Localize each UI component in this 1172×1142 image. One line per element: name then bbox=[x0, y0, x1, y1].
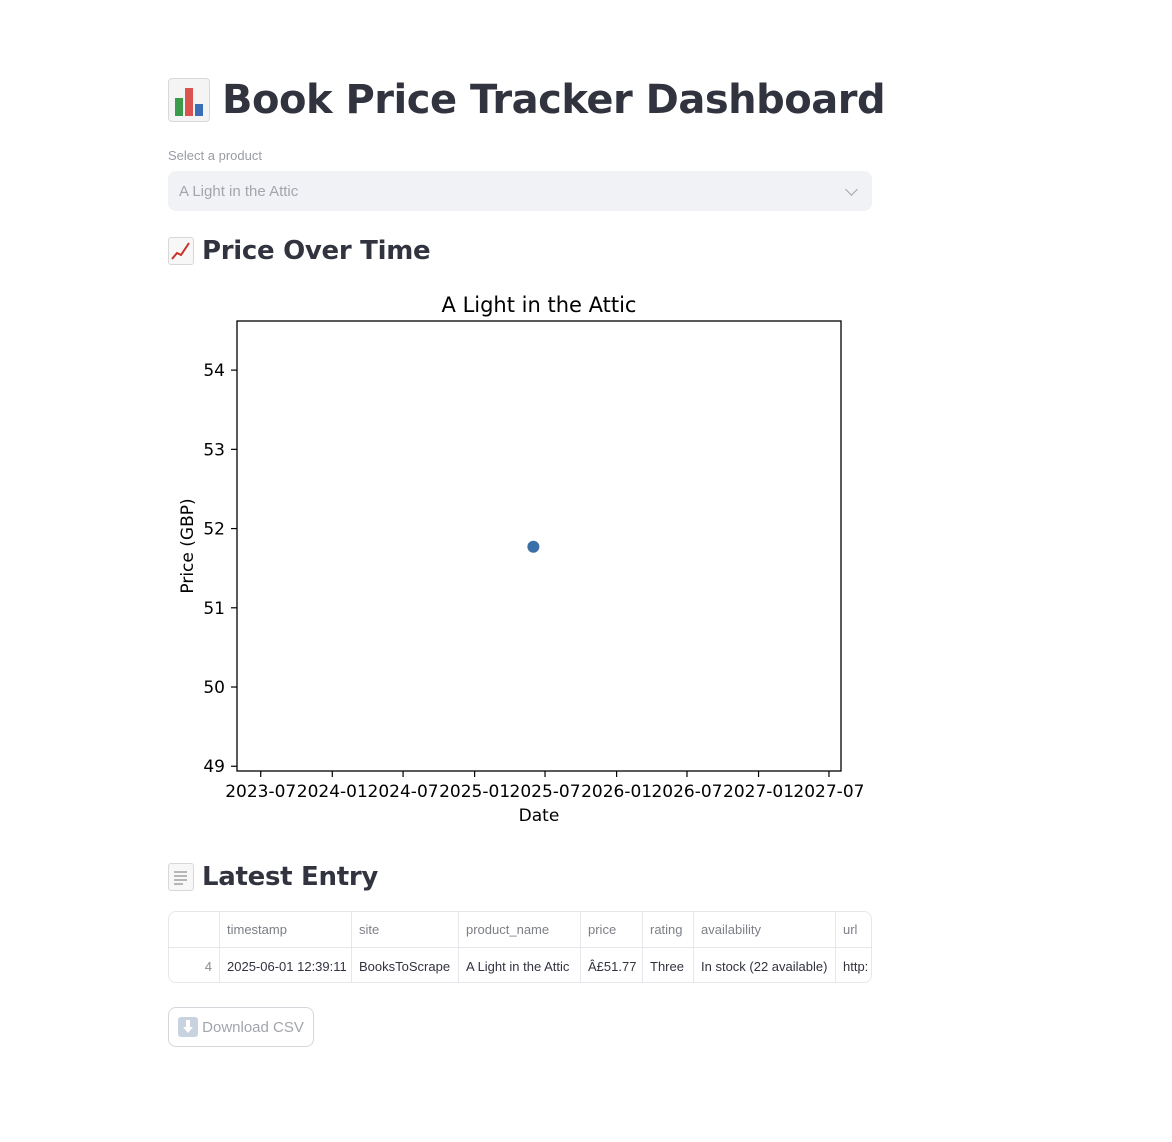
price-chart-svg: A Light in the Attic4950515253542023-07 2… bbox=[178, 293, 864, 826]
x-tick-label: 2027-01 bbox=[723, 782, 794, 802]
x-tick-label: 2027-07 bbox=[793, 782, 864, 802]
column-header-index[interactable] bbox=[169, 912, 220, 947]
chart-title: A Light in the Attic bbox=[442, 293, 637, 317]
page-title: Book Price Tracker Dashboard bbox=[168, 72, 886, 128]
down-arrow-icon bbox=[178, 1017, 199, 1037]
cell-url[interactable]: http: bbox=[836, 948, 871, 982]
cell-index[interactable]: 4 bbox=[169, 948, 220, 982]
page-title-text: Book Price Tracker Dashboard bbox=[222, 77, 886, 123]
y-tick-label: 51 bbox=[203, 599, 225, 619]
latest-entry-title: Latest Entry bbox=[202, 862, 379, 892]
column-header-url[interactable]: url bbox=[836, 912, 871, 947]
x-tick-label: 2026-01 bbox=[581, 782, 652, 802]
column-header-timestamp[interactable]: timestamp bbox=[220, 912, 352, 947]
y-tick-label: 49 bbox=[203, 757, 225, 777]
table-header-row: timestamp site product_name price rating… bbox=[169, 912, 871, 948]
cell-product-name[interactable]: A Light in the Attic bbox=[459, 948, 581, 982]
column-header-rating[interactable]: rating bbox=[643, 912, 694, 947]
x-tick-label: 2024-01 bbox=[297, 782, 368, 802]
cell-rating[interactable]: Three bbox=[643, 948, 694, 982]
x-tick-label: 2024-07 bbox=[368, 782, 439, 802]
x-tick-label: 2025-01 bbox=[439, 782, 510, 802]
download-csv-button[interactable]: Download CSV bbox=[168, 1007, 314, 1047]
y-tick-label: 50 bbox=[203, 678, 225, 698]
y-tick-label: 54 bbox=[203, 361, 225, 381]
cell-site[interactable]: BooksToScrape bbox=[352, 948, 459, 982]
product-select-value: A Light in the Attic bbox=[179, 182, 299, 200]
cell-timestamp[interactable]: 2025-06-01 12:39:11 bbox=[220, 948, 352, 982]
column-header-price[interactable]: price bbox=[581, 912, 643, 947]
price-chart: A Light in the Attic 49 50 51 52 53 54 2023-07 2… bbox=[168, 286, 872, 832]
y-tick-label: 52 bbox=[203, 520, 225, 540]
data-point bbox=[527, 540, 540, 553]
latest-entry-heading: Latest Entry bbox=[168, 859, 378, 895]
chart-increasing-icon bbox=[168, 237, 194, 265]
page-facing-up-icon bbox=[168, 863, 194, 891]
latest-entry-table[interactable]: timestamp site product_name price rating… bbox=[168, 911, 872, 983]
price-over-time-heading: Price Over Time bbox=[168, 233, 431, 269]
download-csv-label: Download CSV bbox=[202, 1018, 304, 1036]
cell-availability[interactable]: In stock (22 available) bbox=[694, 948, 836, 982]
x-tick-label: 2025-07 bbox=[510, 782, 581, 802]
price-over-time-title: Price Over Time bbox=[202, 236, 431, 266]
x-axis-label: Date bbox=[519, 806, 560, 826]
column-header-site[interactable]: site bbox=[352, 912, 459, 947]
x-tick-label: 2023-07 bbox=[225, 782, 296, 802]
bar-chart-icon bbox=[168, 78, 210, 122]
dashboard-page: Book Price Tracker Dashboard Select a pr… bbox=[0, 0, 1172, 1142]
y-tick-label: 53 bbox=[203, 440, 225, 460]
column-header-product-name[interactable]: product_name bbox=[459, 912, 581, 947]
x-tick-label: 2026-07 bbox=[651, 782, 722, 802]
cell-price[interactable]: Â£51.77 bbox=[581, 948, 643, 982]
product-select-label: Select a product bbox=[168, 148, 262, 163]
chevron-down-icon bbox=[845, 182, 858, 196]
column-header-availability[interactable]: availability bbox=[694, 912, 836, 947]
product-select[interactable]: A Light in the Attic bbox=[168, 171, 872, 211]
y-axis-label: Price (GBP) bbox=[178, 498, 198, 593]
table-row[interactable]: 4 2025-06-01 12:39:11 BooksToScrape A Li… bbox=[169, 948, 871, 982]
